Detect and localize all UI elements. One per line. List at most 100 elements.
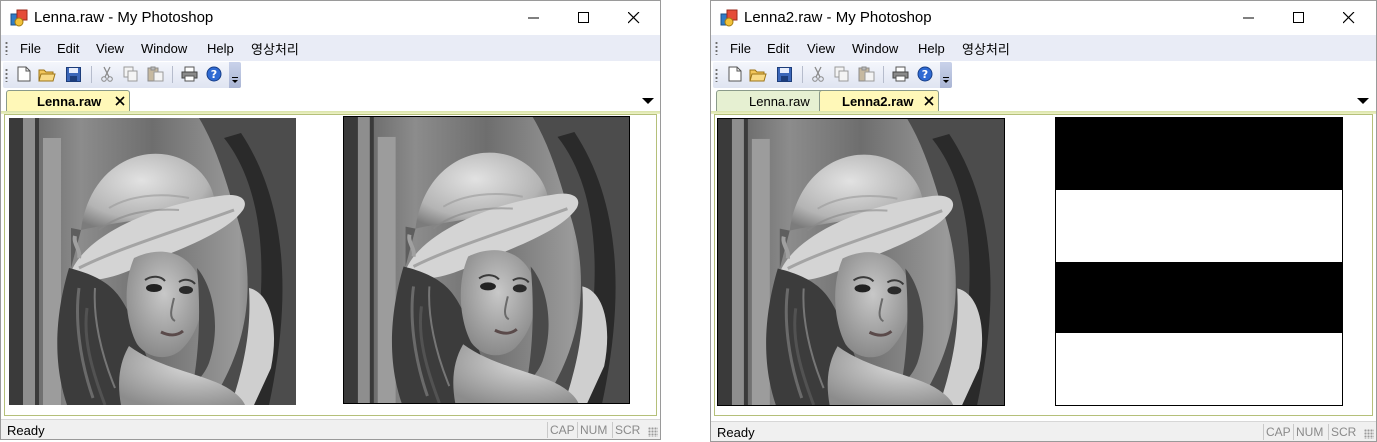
menu-bar: File Edit View Window Help 영상처리	[711, 35, 1376, 61]
save-icon	[65, 66, 81, 82]
toolbar-separator	[172, 66, 173, 83]
document-view	[4, 114, 657, 416]
tab-lenna2[interactable]: Lenna2.raw	[819, 90, 939, 111]
title-bar[interactable]: Lenna2.raw - My Photoshop	[711, 1, 1376, 35]
tab-label: Lenna.raw	[37, 93, 102, 109]
open-folder-icon	[38, 69, 56, 81]
menu-help[interactable]: Help	[207, 41, 234, 56]
title-bar[interactable]: Lenna.raw - My Photoshop	[1, 1, 660, 35]
cut-button[interactable]	[809, 65, 827, 83]
toolbar-overflow-button[interactable]	[940, 62, 952, 88]
minimize-button[interactable]	[511, 1, 557, 35]
tab-lenna[interactable]: Lenna.raw	[716, 90, 826, 111]
status-text: Ready	[7, 423, 45, 438]
document-tabs: Lenna.raw Lenna2.raw	[711, 89, 1376, 114]
toolbar-separator	[883, 66, 884, 83]
copy-button[interactable]	[833, 65, 851, 83]
tab-close-button[interactable]	[114, 95, 126, 107]
close-icon	[115, 96, 125, 106]
new-button[interactable]	[15, 65, 33, 83]
copy-button[interactable]	[122, 65, 140, 83]
main-window-lenna2: Lenna2.raw - My Photoshop File Edit View…	[710, 0, 1377, 442]
menu-grip-icon[interactable]	[715, 41, 718, 55]
main-window-lenna: Lenna.raw - My Photoshop File Edit View …	[0, 0, 661, 440]
copy-icon	[123, 66, 138, 82]
maximize-button[interactable]	[561, 1, 607, 35]
caps-lock-indicator: CAP	[1263, 424, 1293, 440]
save-button[interactable]	[64, 65, 82, 83]
processed-image-stripes	[1055, 117, 1343, 406]
processed-image	[343, 116, 630, 404]
save-button[interactable]	[775, 65, 793, 83]
menu-window[interactable]: Window	[141, 41, 187, 56]
new-button[interactable]	[726, 65, 744, 83]
app-icon[interactable]	[720, 8, 739, 27]
window-title: Lenna.raw - My Photoshop	[34, 9, 214, 26]
cut-button[interactable]	[98, 65, 116, 83]
open-button[interactable]	[749, 65, 767, 83]
menu-file[interactable]: File	[20, 41, 41, 56]
paste-button[interactable]	[857, 65, 875, 83]
help-button[interactable]: ?	[916, 65, 934, 83]
scroll-lock-indicator: SCR	[1328, 424, 1358, 440]
caps-lock-indicator: CAP	[547, 422, 577, 438]
toolbar: ?	[1, 61, 660, 89]
close-button[interactable]	[611, 1, 657, 35]
paste-button[interactable]	[146, 65, 164, 83]
menu-help[interactable]: Help	[918, 41, 945, 56]
menu-view[interactable]: View	[807, 41, 835, 56]
toolbar-grip-icon[interactable]	[5, 68, 8, 82]
menu-window[interactable]: Window	[852, 41, 898, 56]
chevron-down-icon	[943, 77, 949, 83]
menu-view[interactable]: View	[96, 41, 124, 56]
menu-file[interactable]: File	[730, 41, 751, 56]
help-icon: ?	[206, 66, 222, 82]
save-icon	[776, 66, 792, 82]
copy-icon	[834, 66, 849, 82]
menu-edit[interactable]: Edit	[767, 41, 789, 56]
print-button[interactable]	[891, 65, 909, 83]
status-bar: Ready CAP NUM SCR	[1, 419, 660, 439]
toolbar-separator	[91, 66, 92, 83]
minimize-icon	[1243, 17, 1254, 19]
tab-lenna[interactable]: Lenna.raw	[6, 90, 130, 111]
menu-image-processing[interactable]: 영상처리	[251, 39, 299, 58]
help-icon: ?	[917, 66, 933, 82]
menu-grip-icon[interactable]	[5, 41, 8, 55]
image-stripe	[1056, 118, 1342, 190]
num-lock-indicator: NUM	[577, 422, 609, 438]
menu-edit[interactable]: Edit	[57, 41, 79, 56]
menu-image-processing[interactable]: 영상처리	[962, 39, 1010, 58]
close-button[interactable]	[1326, 1, 1372, 35]
minimize-button[interactable]	[1226, 1, 1272, 35]
tab-label: Lenna.raw	[749, 93, 810, 109]
help-button[interactable]: ?	[205, 65, 223, 83]
paste-icon	[858, 66, 874, 82]
image-stripe	[1056, 333, 1342, 405]
document-tabs: Lenna.raw	[1, 89, 660, 114]
new-file-icon	[728, 66, 742, 82]
new-file-icon	[17, 66, 31, 82]
menu-bar: File Edit View Window Help 영상처리	[1, 35, 660, 61]
open-button[interactable]	[38, 65, 56, 83]
toolbar-grip-icon[interactable]	[715, 68, 718, 82]
app-icon[interactable]	[10, 8, 29, 27]
tab-list-dropdown-icon[interactable]	[641, 95, 655, 107]
svg-text:?: ?	[211, 68, 217, 81]
original-image	[9, 118, 296, 405]
print-button[interactable]	[180, 65, 198, 83]
paste-icon	[147, 66, 163, 82]
tab-list-dropdown-icon[interactable]	[1356, 95, 1370, 107]
toolbar-overflow-button[interactable]	[229, 62, 241, 88]
cut-icon	[101, 66, 113, 82]
resize-grip-icon[interactable]	[1364, 429, 1374, 439]
maximize-button[interactable]	[1276, 1, 1322, 35]
chevron-down-icon	[232, 77, 238, 83]
tab-close-button[interactable]	[923, 95, 935, 107]
tab-label: Lenna2.raw	[842, 93, 914, 109]
cut-icon	[812, 66, 824, 82]
num-lock-indicator: NUM	[1293, 424, 1325, 440]
resize-grip-icon[interactable]	[648, 427, 658, 437]
minimize-icon	[528, 17, 539, 19]
maximize-icon	[578, 12, 589, 23]
